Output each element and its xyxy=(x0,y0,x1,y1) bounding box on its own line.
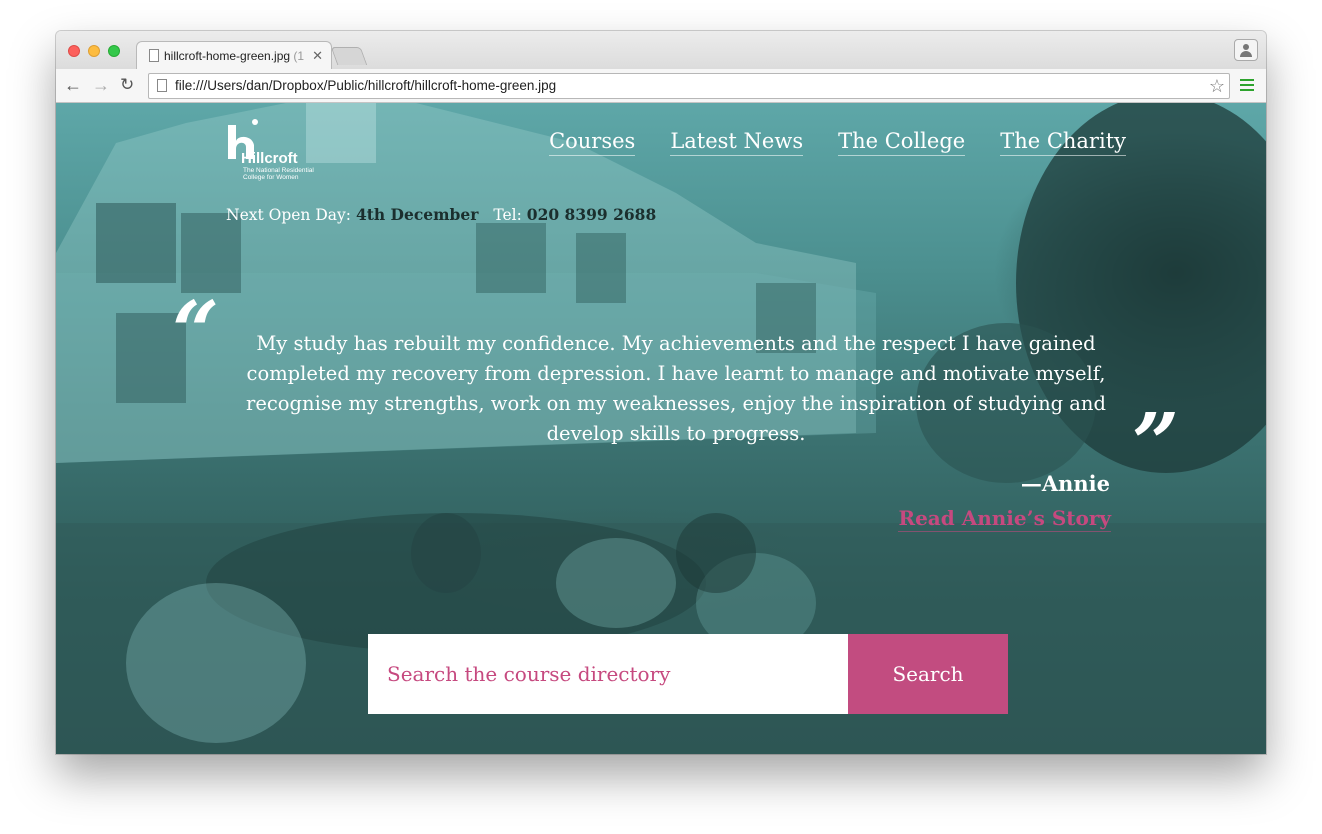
page-icon xyxy=(157,79,167,92)
new-tab-button[interactable] xyxy=(330,47,368,65)
search-button[interactable]: Search xyxy=(848,634,1008,714)
nav-the-college[interactable]: The College xyxy=(838,127,966,156)
menu-icon[interactable] xyxy=(1240,79,1254,93)
info-bar: Next Open Day: 4th December Tel: 020 839… xyxy=(226,205,656,224)
reload-icon[interactable]: ↻ xyxy=(120,75,134,95)
logo-tagline-2: College for Women xyxy=(243,174,299,181)
nav-courses[interactable]: Courses xyxy=(549,127,636,156)
browser-tab[interactable]: hillcroft-home-green.jpg (1 ✕ xyxy=(136,41,332,69)
open-day-label: Next Open Day: xyxy=(226,206,351,224)
address-bar[interactable]: file:///Users/dan/Dropbox/Public/hillcro… xyxy=(148,73,1230,99)
open-day-value: 4th December xyxy=(355,205,479,224)
browser-window: hillcroft-home-green.jpg (1 ✕ ← → ↻ file… xyxy=(56,31,1266,754)
nav-latest-news[interactable]: Latest News xyxy=(670,127,804,156)
tab-title: hillcroft-home-green.jpg (1 xyxy=(164,48,305,63)
open-quote-icon: “ xyxy=(172,284,220,380)
minimize-window-button[interactable] xyxy=(88,45,100,57)
main-navigation: Courses Latest News The College The Char… xyxy=(514,127,1126,156)
forward-arrow-icon[interactable]: → xyxy=(92,75,110,95)
title-bar: hillcroft-home-green.jpg (1 ✕ xyxy=(56,31,1266,69)
testimonial-quote: My study has rebuilt my confidence. My a… xyxy=(246,332,1106,445)
read-story-link[interactable]: Read Annie’s Story xyxy=(898,505,1111,532)
course-search-input[interactable] xyxy=(368,634,848,714)
hillcroft-logo[interactable]: Hillcroft The National Residential Colle… xyxy=(224,115,334,181)
logo-tagline-1: The National Residential xyxy=(243,167,314,174)
page-viewport: Hillcroft The National Residential Colle… xyxy=(56,103,1266,754)
page-icon xyxy=(149,49,159,62)
back-arrow-icon[interactable]: ← xyxy=(64,75,82,95)
address-text: file:///Users/dan/Dropbox/Public/hillcro… xyxy=(175,78,557,93)
star-icon[interactable]: ☆ xyxy=(1209,74,1225,98)
profile-icon[interactable] xyxy=(1234,39,1258,61)
zoom-window-button[interactable] xyxy=(108,45,120,57)
browser-toolbar: ← → ↻ file:///Users/dan/Dropbox/Public/h… xyxy=(56,69,1266,103)
testimonial-author: —Annie xyxy=(1020,471,1110,496)
logo-text: Hillcroft xyxy=(241,150,298,167)
tel-value[interactable]: 020 8399 2688 xyxy=(527,205,656,224)
tel-label: Tel: xyxy=(493,206,522,224)
nav-the-charity[interactable]: The Charity xyxy=(1000,127,1126,156)
close-window-button[interactable] xyxy=(68,45,80,57)
close-icon[interactable]: ✕ xyxy=(312,48,323,64)
close-quote-icon: ” xyxy=(1132,396,1180,492)
